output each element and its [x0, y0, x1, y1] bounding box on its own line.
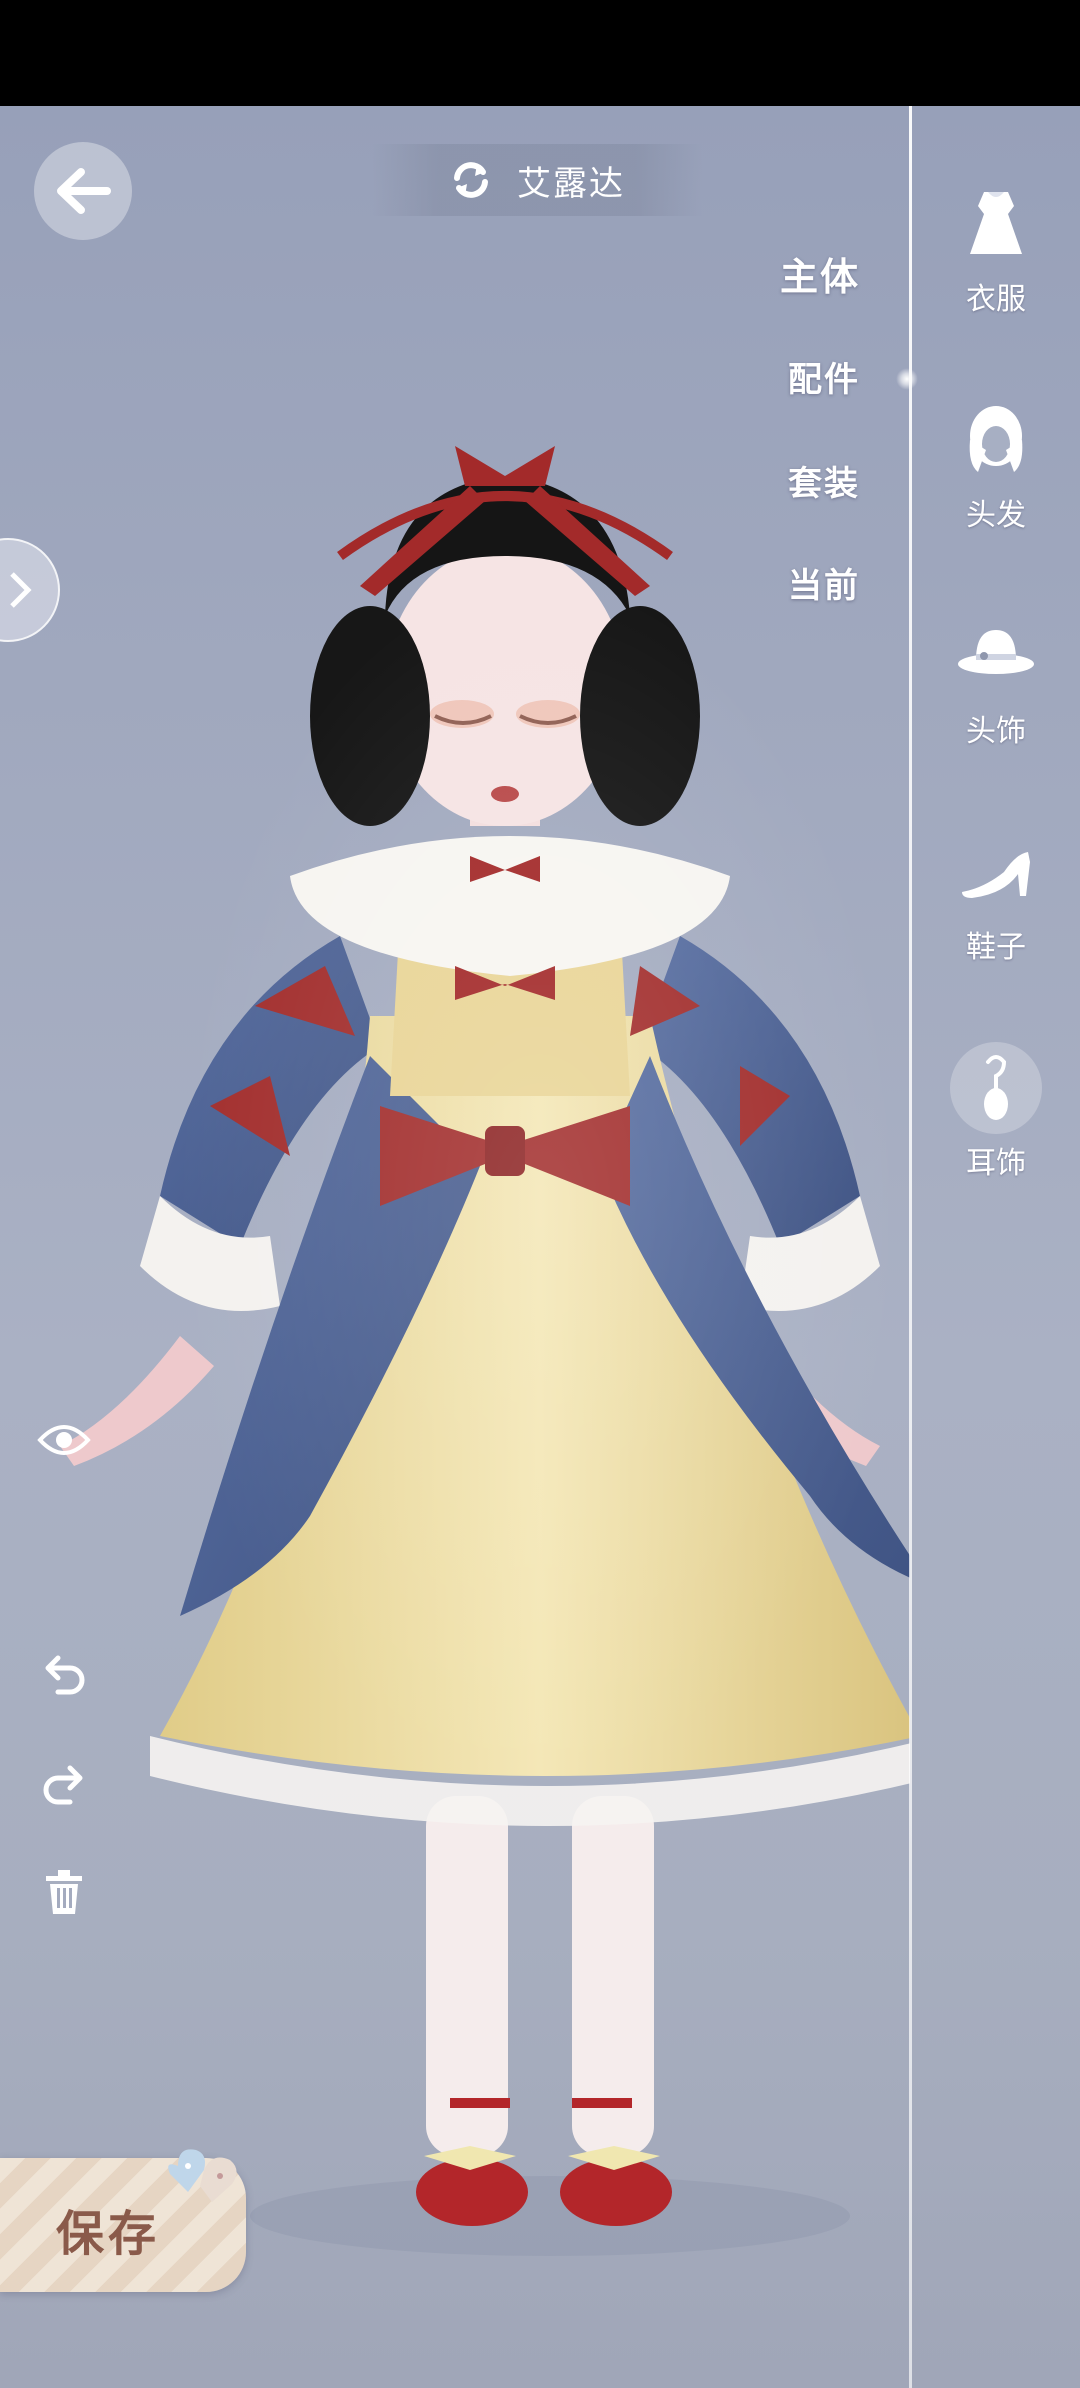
category-clothes[interactable]: 衣服: [944, 178, 1048, 318]
tab-current[interactable]: 当前: [788, 558, 860, 607]
delete-button[interactable]: [36, 1864, 92, 1920]
redo-icon: [43, 1765, 83, 1805]
hat-icon: [950, 610, 1042, 702]
hair-icon: [950, 394, 1042, 486]
character-name-bar[interactable]: 艾露达: [372, 144, 702, 216]
trash-icon: [46, 1870, 82, 1914]
character-model[interactable]: [40, 316, 910, 2276]
undo-button[interactable]: [36, 1646, 92, 1702]
save-button[interactable]: 保存: [0, 2149, 246, 2292]
character-name: 艾露达: [517, 163, 625, 204]
eye-icon: [37, 1425, 91, 1455]
dress-icon: [950, 178, 1042, 270]
panel-divider: [909, 106, 912, 2388]
active-tab-sparkle: [896, 368, 918, 390]
tab-outfits[interactable]: 套装: [788, 456, 860, 505]
category-earrings[interactable]: 耳饰: [944, 1042, 1048, 1182]
toggle-visibility-button[interactable]: [36, 1412, 92, 1468]
refresh-icon[interactable]: [449, 158, 493, 202]
undo-icon: [45, 1655, 85, 1695]
category-headwear[interactable]: 头饰: [944, 610, 1048, 750]
arrow-left-icon: [57, 168, 111, 214]
earring-icon: [950, 1042, 1042, 1134]
chevron-right-icon: [10, 572, 32, 608]
game-stage: 艾露达 主体 配件 套装 当前 衣服 头发 头饰 鞋子 耳饰 保存: [0, 106, 1080, 2388]
back-button[interactable]: [34, 142, 132, 240]
high-heel-icon: [950, 826, 1042, 918]
heart-decoration-icon: [168, 2149, 237, 2202]
redo-button[interactable]: [36, 1756, 92, 1812]
save-label: 保存: [56, 2206, 161, 2262]
tab-accessories[interactable]: 配件: [788, 352, 860, 401]
category-hair[interactable]: 头发: [944, 394, 1048, 534]
category-shoes[interactable]: 鞋子: [944, 826, 1048, 966]
tab-main[interactable]: 主体: [780, 246, 860, 301]
